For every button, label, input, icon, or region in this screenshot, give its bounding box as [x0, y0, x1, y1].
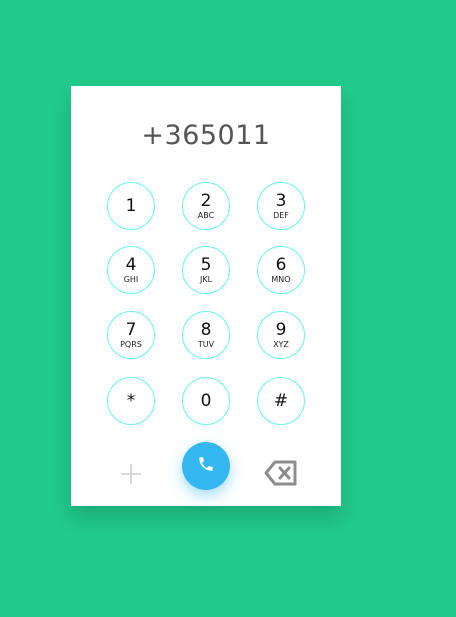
key-digit: # — [273, 391, 289, 411]
key-7[interactable]: 7 PQRS — [107, 311, 155, 359]
key-letters: XYZ — [273, 339, 289, 349]
key-letters: TUV — [197, 339, 215, 349]
key-digit: 8 — [200, 319, 212, 340]
key-6[interactable]: 6 MNO — [257, 246, 305, 294]
plus-icon[interactable] — [119, 462, 143, 486]
key-digit: 9 — [275, 319, 287, 340]
key-9[interactable]: 9 XYZ — [257, 311, 305, 359]
key-letters: JKL — [199, 274, 213, 284]
key-digit: 3 — [275, 190, 287, 211]
key-8[interactable]: 8 TUV — [182, 311, 230, 359]
key-digit: 6 — [275, 254, 287, 275]
key-letters: GHI — [123, 274, 139, 284]
key-letters: ABC — [197, 210, 215, 220]
key-digit: * — [126, 391, 136, 411]
backspace-icon[interactable] — [264, 459, 298, 487]
key-hash[interactable]: # — [257, 377, 305, 425]
key-4[interactable]: 4 GHI — [107, 246, 155, 294]
key-0[interactable]: 0 — [182, 377, 230, 425]
call-button[interactable] — [182, 442, 230, 490]
key-5[interactable]: 5 JKL — [182, 246, 230, 294]
key-letters: MNO — [271, 274, 291, 284]
key-digit: 2 — [200, 190, 212, 211]
key-2[interactable]: 2 ABC — [182, 182, 230, 230]
key-letters: DEF — [273, 210, 289, 220]
key-digit: 7 — [125, 319, 137, 340]
dialer-card: +365011 1 2 ABC 3 DEF 4 GHI 5 JKL 6 MNO … — [71, 86, 341, 506]
key-1[interactable]: 1 — [107, 182, 155, 230]
key-3[interactable]: 3 DEF — [257, 182, 305, 230]
phone-icon — [197, 455, 215, 477]
phone-number-display: +365011 — [141, 120, 271, 151]
key-letters: PQRS — [120, 339, 142, 349]
key-digit: 1 — [125, 196, 137, 216]
key-digit: 0 — [200, 391, 212, 411]
key-digit: 4 — [125, 254, 137, 275]
key-digit: 5 — [200, 254, 212, 275]
key-star[interactable]: * — [107, 377, 155, 425]
